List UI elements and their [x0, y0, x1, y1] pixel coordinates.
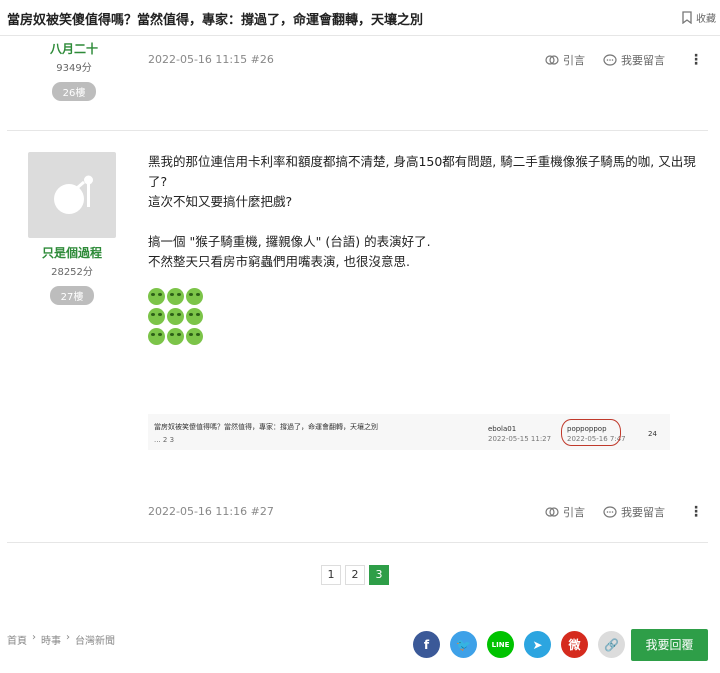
green-devil-emoji-icon	[148, 288, 165, 305]
author-block-27: 只是個過程 28252分 27樓	[22, 244, 122, 305]
author-name[interactable]: 只是個過程	[22, 244, 122, 261]
page-link-1[interactable]: 1	[321, 565, 341, 585]
twitter-share-button[interactable]: 🐦	[450, 631, 477, 658]
green-devil-emoji-icon	[186, 308, 203, 325]
post-line: 這次不知又要搞什麼把戲?	[148, 194, 293, 209]
quote-button[interactable]: 引言	[545, 52, 585, 68]
post-meta-27: 2022-05-16 11:16 #27	[148, 505, 274, 518]
green-devil-emoji-icon	[186, 288, 203, 305]
green-devil-emoji-icon	[186, 328, 203, 345]
quote-label: 引言	[563, 54, 585, 67]
post-line: 不然整天只看房市窮蟲們用嘴表演, 也很沒意思.	[148, 254, 410, 269]
line-icon: LINE	[491, 640, 510, 649]
comment-label: 我要留言	[621, 506, 665, 519]
more-options-icon[interactable]: ⋮	[689, 505, 703, 519]
quote-label: 引言	[563, 506, 585, 519]
link-icon: 🔗	[604, 637, 619, 652]
post-divider	[7, 130, 708, 131]
line-share-button[interactable]: LINE	[487, 631, 514, 658]
embedded-thread-title: 當房奴被笑傻值得嗎？當然值得，專家：撐過了，命運會翻轉，天壤之別	[154, 423, 378, 431]
embedded-date: 2022-05-15 11:27	[488, 435, 552, 443]
quote-icon	[545, 507, 559, 517]
comment-label: 我要留言	[621, 54, 665, 67]
more-options-icon[interactable]: ⋮	[689, 53, 703, 67]
share-bar: f 🐦 LINE ➤ 微 🔗	[413, 631, 625, 658]
embedded-screenshot[interactable]: 當房奴被笑傻值得嗎？當然值得，專家：撐過了，命運會翻轉，天壤之別 ... 2 3…	[148, 414, 670, 450]
quote-button[interactable]: 引言	[545, 504, 585, 520]
bomb-icon	[54, 175, 93, 214]
twitter-icon: 🐦	[456, 637, 471, 652]
red-circle-annotation	[561, 419, 621, 446]
post-content: 黑我的那位連信用卡利率和額度都搞不清楚, 身高150都有問題, 騎二手重機像猴子…	[148, 152, 708, 272]
breadcrumb-separator-icon: ›	[66, 632, 70, 643]
floor-badge: 27樓	[49, 286, 95, 305]
emoji-grid	[148, 288, 203, 348]
breadcrumb-separator-icon: ›	[32, 632, 36, 643]
facebook-share-button[interactable]: f	[413, 631, 440, 658]
avatar[interactable]	[28, 152, 116, 238]
page-link-2[interactable]: 2	[345, 565, 365, 585]
author-score: 28252分	[51, 267, 93, 278]
green-devil-emoji-icon	[148, 308, 165, 325]
green-devil-emoji-icon	[167, 308, 184, 325]
quote-icon	[545, 55, 559, 65]
post-actions-26: 引言 我要留言 ⋮	[527, 52, 703, 68]
bookmark-label: 收藏	[696, 14, 716, 25]
comment-button[interactable]: 我要留言	[603, 504, 665, 520]
floor-badge: 26樓	[51, 82, 97, 101]
weibo-share-button[interactable]: 微	[561, 631, 588, 658]
telegram-share-button[interactable]: ➤	[524, 631, 551, 658]
topbar: 當房奴被笑傻值得嗎？當然值得，專家：撐過了，命運會翻轉，天壤之別 收藏	[0, 0, 720, 36]
green-devil-emoji-icon	[167, 288, 184, 305]
breadcrumb: 首頁 › 時事 › 台灣新聞	[7, 632, 115, 647]
facebook-icon: f	[423, 637, 430, 652]
comment-icon	[603, 54, 617, 66]
post-meta-26: 2022-05-16 11:15 #26	[148, 53, 274, 66]
post-line: 黑我的那位連信用卡利率和額度都搞不清楚, 身高150都有問題, 騎二手重機像猴子…	[148, 154, 696, 189]
comment-icon	[603, 506, 617, 518]
breadcrumb-news[interactable]: 時事	[41, 632, 61, 647]
pagination: 1 2 3	[321, 565, 389, 585]
embedded-pages: ... 2 3	[154, 436, 175, 444]
post-line: 搞一個 "猴子騎重機, 攞親像人" (台語) 的表演好了.	[148, 234, 431, 249]
breadcrumb-taiwan-news[interactable]: 台灣新聞	[75, 632, 115, 647]
green-devil-emoji-icon	[148, 328, 165, 345]
breadcrumb-home[interactable]: 首頁	[7, 632, 27, 647]
comment-button[interactable]: 我要留言	[603, 52, 665, 68]
embedded-user: ebola01	[488, 425, 517, 433]
post-actions-27: 引言 我要留言 ⋮	[527, 504, 703, 520]
embedded-reply-count: 24	[648, 430, 657, 438]
bookmark-icon	[682, 11, 692, 24]
author-name[interactable]: 八月二十	[24, 40, 124, 57]
author-block-26: 八月二十 9349分 26樓	[24, 40, 124, 101]
green-devil-emoji-icon	[167, 328, 184, 345]
page-link-3-current[interactable]: 3	[369, 565, 389, 585]
weibo-icon: 微	[568, 638, 581, 652]
copy-link-button[interactable]: 🔗	[598, 631, 625, 658]
author-score: 9349分	[56, 63, 92, 74]
reply-button[interactable]: 我要回覆	[631, 629, 708, 661]
post-divider	[7, 542, 708, 543]
telegram-icon: ➤	[532, 637, 543, 652]
bookmark-button[interactable]: 收藏	[681, 10, 716, 25]
thread-title: 當房奴被笑傻值得嗎？當然值得，專家：撐過了，命運會翻轉，天壤之別	[7, 13, 424, 28]
